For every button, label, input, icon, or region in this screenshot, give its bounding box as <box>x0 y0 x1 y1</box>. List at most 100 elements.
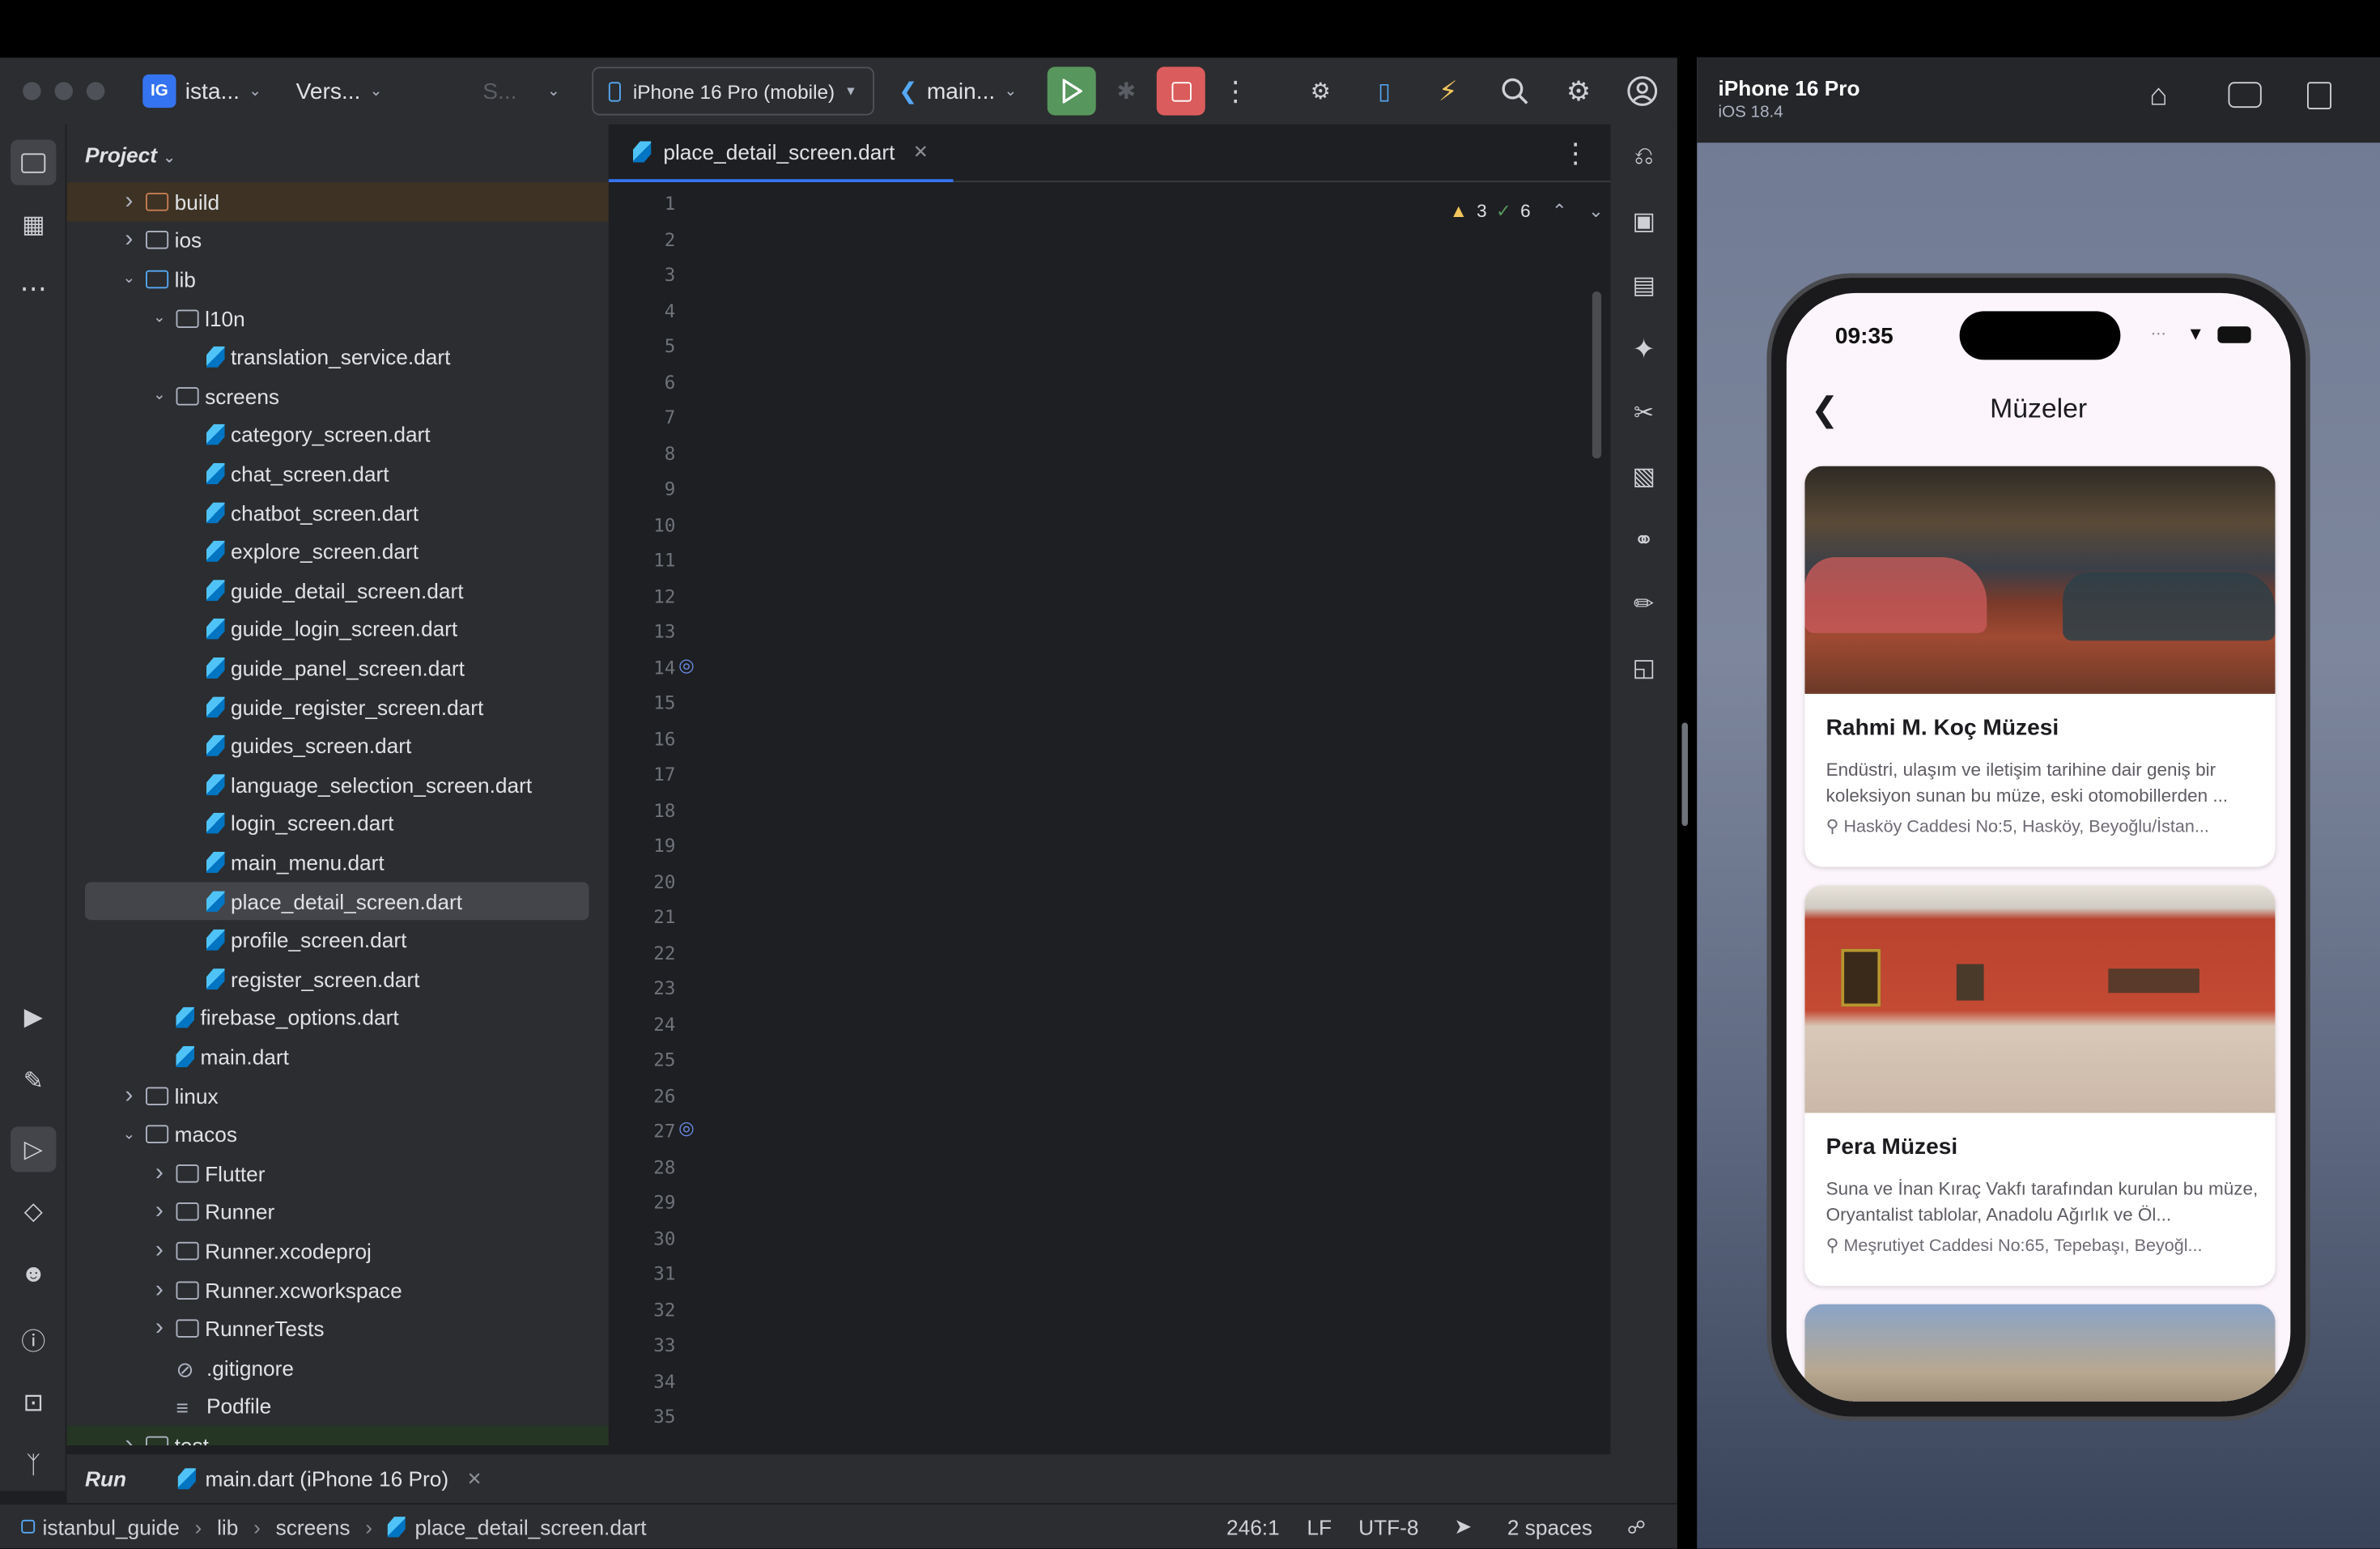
tree-item[interactable]: guide_detail_screen.dart <box>67 571 609 610</box>
clipboard-tool-button[interactable]: ▤ <box>1626 267 1662 304</box>
place-card[interactable]: Pera Müzesi Suna ve İnan Kıraç Vakfı tar… <box>1804 885 2276 1287</box>
close-icon[interactable]: ✕ <box>467 1468 482 1489</box>
search-button[interactable] <box>1497 73 1533 109</box>
chevron-right-icon[interactable]: › <box>149 1160 170 1187</box>
device-selector[interactable]: iPhone 16 Pro (mobile) ▾ <box>592 66 874 116</box>
zoom-window-button[interactable] <box>86 82 105 100</box>
tree-item[interactable]: ⌄ lib <box>67 260 609 299</box>
account-button[interactable] <box>1624 73 1660 109</box>
problems-tool-button[interactable]: ⓘ <box>15 1321 52 1357</box>
tree-item[interactable]: category_screen.dart <box>67 415 609 454</box>
collapsed-selector[interactable]: S... ⌄ <box>482 57 559 125</box>
inspection-widget[interactable]: ▲ 3 ✓ 6 ⌃ ⌄ <box>1450 201 1604 222</box>
chevron-right-icon[interactable]: › <box>118 1082 139 1109</box>
tree-item[interactable]: main_menu.dart <box>67 843 609 882</box>
chevron-right-icon[interactable]: › <box>118 1432 139 1445</box>
tree-item[interactable]: main.dart <box>67 1037 609 1076</box>
lock-icon[interactable]: ☍ <box>1627 1516 1646 1537</box>
hot-reload-button[interactable]: ⚡ <box>1430 73 1466 109</box>
more-actions-button[interactable]: ⋮ <box>1218 73 1254 109</box>
camera-icon[interactable] <box>2228 82 2262 109</box>
chevron-right-icon[interactable]: › <box>149 1276 170 1304</box>
rocket-icon[interactable]: ➤ <box>1454 1513 1472 1539</box>
tree-item[interactable]: guide_panel_screen.dart <box>67 649 609 687</box>
indent-setting[interactable]: 2 spaces <box>1507 1514 1592 1538</box>
override-marker-icon[interactable]: ◎ <box>678 653 695 674</box>
tree-item[interactable]: language_selection_screen.dart <box>67 765 609 804</box>
breadcrumb-file[interactable]: place_detail_screen.dart <box>415 1514 647 1538</box>
tree-item[interactable]: › test <box>66 1425 609 1445</box>
terminal-cat-button[interactable]: ☻ <box>15 1257 52 1294</box>
stop-button[interactable] <box>1156 66 1205 116</box>
tree-item[interactable]: firebase_options.dart <box>67 998 609 1037</box>
services-tool-button[interactable]: ▶ <box>15 999 52 1036</box>
tree-item[interactable]: › RunnerTests <box>67 1309 609 1348</box>
flutter-outline-button[interactable]: ▣ <box>1626 203 1662 240</box>
cursor-position[interactable]: 246:1 <box>1226 1514 1280 1538</box>
settings-button[interactable]: ⚙ <box>1561 73 1597 109</box>
chevron-right-icon[interactable]: › <box>149 1198 170 1226</box>
tree-item[interactable]: › ios <box>67 221 609 260</box>
tree-item[interactable]: explore_screen.dart <box>67 532 609 571</box>
tree-item[interactable]: ⌄ screens <box>67 377 609 415</box>
link-tool-button[interactable]: ⚭ <box>1626 522 1662 559</box>
tree-item[interactable]: register_screen.dart <box>67 960 609 998</box>
tools-button[interactable]: ✂ <box>1626 395 1662 432</box>
tree-item[interactable]: ⊘ .gitignore <box>67 1348 609 1387</box>
project-tool-button[interactable] <box>11 139 57 185</box>
chevron-down-icon[interactable]: ⌄ <box>1588 201 1604 222</box>
breadcrumb-project[interactable]: istanbul_guide <box>43 1514 180 1538</box>
more-vertical-icon[interactable]: ⋮ <box>1562 138 1589 170</box>
chevron-down-icon[interactable]: ⌄ <box>149 310 170 327</box>
override-marker-icon[interactable]: ◎ <box>678 1117 695 1138</box>
tree-item[interactable]: › linux <box>67 1076 609 1115</box>
chevron-up-icon[interactable]: ⌃ <box>1552 201 1567 222</box>
tree-item[interactable]: guide_login_screen.dart <box>67 610 609 649</box>
tree-item[interactable]: chat_screen.dart <box>67 454 609 493</box>
chevron-down-icon[interactable]: ⌄ <box>118 271 139 288</box>
git-tool-button[interactable]: ᛉ <box>15 1449 52 1485</box>
debug-button[interactable]: ✱ <box>1108 73 1145 109</box>
breadcrumb-lib[interactable]: lib <box>217 1514 238 1538</box>
chevron-down-icon[interactable]: ⌄ <box>118 1126 139 1143</box>
more-tools-button[interactable]: ⋯ <box>15 270 52 307</box>
chevron-right-icon[interactable]: › <box>149 1315 170 1343</box>
tree-item[interactable]: › build <box>66 182 609 221</box>
place-card[interactable]: Rahmi M. Koç Müzesi Endüstri, ulaşım ve … <box>1804 466 2276 867</box>
run-button[interactable] <box>1047 66 1096 116</box>
screenshot-tool-button[interactable]: ◱ <box>1626 650 1662 687</box>
breadcrumb-screens[interactable]: screens <box>276 1514 351 1538</box>
project-panel-header[interactable]: Project ⌄ <box>85 143 176 167</box>
tree-item[interactable]: › Runner.xcodeproj <box>67 1232 609 1270</box>
close-icon[interactable]: ✕ <box>913 141 929 162</box>
tree-item[interactable]: guides_screen.dart <box>67 726 609 765</box>
structure-tool-button[interactable]: ▦ <box>15 206 52 243</box>
device-manager-button[interactable]: ▯ <box>1366 73 1403 109</box>
file-encoding[interactable]: UTF-8 <box>1358 1514 1418 1538</box>
place-card[interactable] <box>1804 1304 2276 1402</box>
tree-item[interactable]: profile_screen.dart <box>67 921 609 960</box>
tree-item[interactable]: ⌄ l10n <box>67 299 609 338</box>
editor-tab[interactable]: place_detail_screen.dart ✕ <box>608 125 953 182</box>
run-config-selector[interactable]: ❮ main... ⌄ <box>899 57 1017 125</box>
tree-item[interactable]: chatbot_screen.dart <box>67 493 609 532</box>
edit-tool-button[interactable]: ✏ <box>1626 586 1662 623</box>
tree-item[interactable]: login_screen.dart <box>67 804 609 843</box>
rotate-icon[interactable] <box>2307 82 2331 109</box>
flutter-performance-button[interactable]: ✎ <box>15 1063 52 1100</box>
run-tab-label[interactable]: main.dart (iPhone 16 Pro) <box>206 1466 449 1491</box>
split-handle[interactable] <box>1681 722 1688 826</box>
vcs-selector[interactable]: Vers... ⌄ <box>296 57 383 125</box>
close-window-button[interactable] <box>23 82 41 100</box>
flutter-inspector-button[interactable]: ⚙ <box>1303 73 1339 109</box>
run-tool-button[interactable]: ▷ <box>11 1126 57 1172</box>
tree-item[interactable]: › Runner <box>67 1193 609 1232</box>
ai-assistant-button[interactable]: ✦ <box>1626 331 1662 368</box>
line-separator[interactable]: LF <box>1307 1514 1332 1538</box>
project-selector[interactable]: IG ista... ⌄ <box>142 57 261 125</box>
chevron-right-icon[interactable]: › <box>118 227 139 254</box>
tree-item[interactable]: › Runner.xcworkspace <box>67 1270 609 1309</box>
tree-item[interactable]: place_detail_screen.dart <box>85 881 589 921</box>
chevron-right-icon[interactable]: › <box>149 1237 170 1265</box>
notifications-button[interactable]: ⎌ <box>1626 140 1662 177</box>
